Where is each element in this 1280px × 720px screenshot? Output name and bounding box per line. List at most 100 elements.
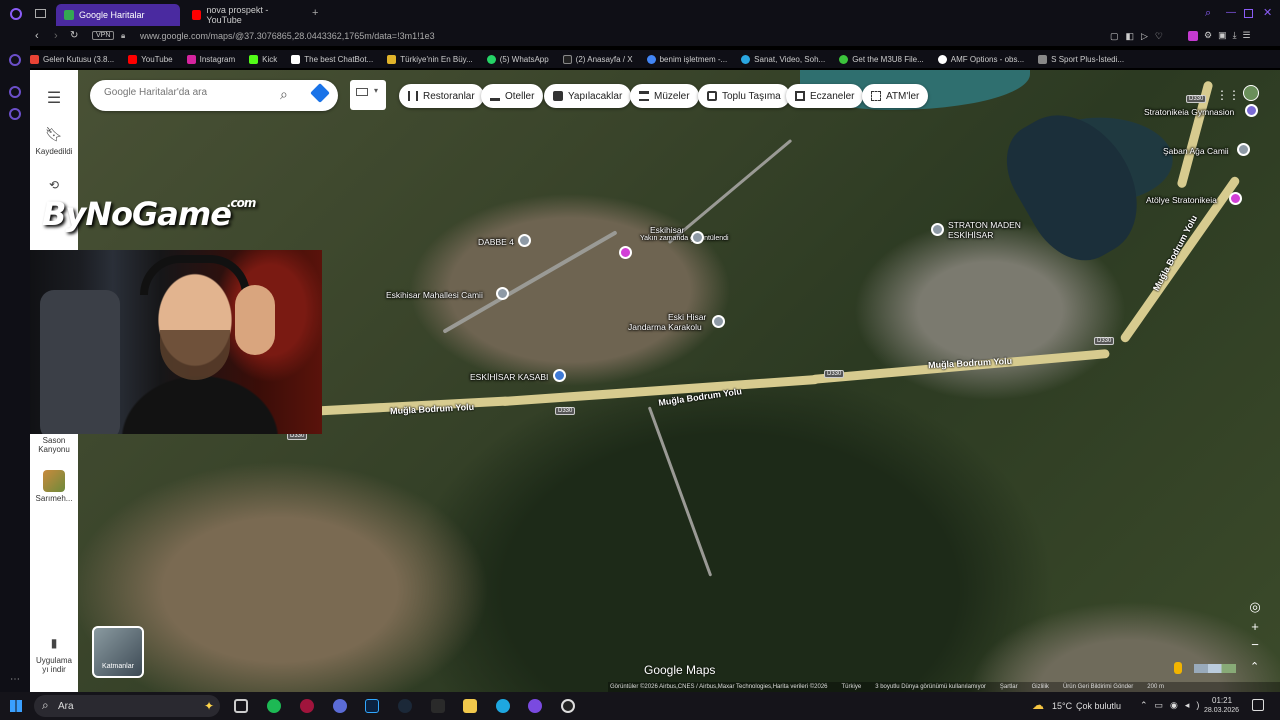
bookmark-business[interactable]: benim işletmem -... bbox=[646, 54, 727, 64]
shop-pin-icon[interactable] bbox=[553, 369, 566, 382]
weather-temp[interactable]: 15°C bbox=[1052, 701, 1072, 711]
browser-logo-icon[interactable] bbox=[10, 8, 22, 20]
avatar[interactable] bbox=[1243, 85, 1259, 101]
history-icon[interactable]: ⟲ bbox=[30, 178, 78, 192]
bookmark-instagram[interactable]: Instagram bbox=[186, 54, 235, 64]
bookmark-sanat[interactable]: Sanat, Video, Soh... bbox=[741, 54, 825, 64]
recent-item-label[interactable]: Sarımeh... bbox=[30, 494, 78, 503]
place-label[interactable]: Atölye Stratonikeia bbox=[1146, 195, 1217, 205]
place-label[interactable]: Şaban Ağa Camii bbox=[1163, 146, 1229, 156]
notification-icon[interactable] bbox=[1252, 699, 1264, 711]
chrome-icon[interactable] bbox=[333, 699, 347, 713]
clock-date[interactable]: 28.03.2026 bbox=[1204, 707, 1239, 714]
chip-transit[interactable]: Toplu Taşıma bbox=[698, 84, 790, 108]
weather-desc[interactable]: Çok bulutlu bbox=[1076, 701, 1121, 711]
museum-pin-icon[interactable] bbox=[1245, 104, 1258, 117]
country-link[interactable]: Türkiye bbox=[842, 684, 862, 690]
chip-pharmacies[interactable]: Eczaneler bbox=[786, 84, 864, 108]
scale-label[interactable]: 200 m bbox=[1147, 684, 1164, 690]
place-pin-icon[interactable] bbox=[712, 315, 725, 328]
bookmark-gmail[interactable]: Gelen Kutusu (3.8... bbox=[30, 54, 114, 64]
bookmark-chatbot[interactable]: The best ChatBot... bbox=[291, 54, 373, 64]
photoshop-icon[interactable] bbox=[365, 699, 379, 713]
new-tab-button[interactable]: + bbox=[312, 7, 318, 19]
tray-icons[interactable]: ⌃▭◉◂) bbox=[1140, 700, 1206, 711]
forward-icon[interactable]: › bbox=[54, 30, 58, 42]
opera-gx-icon[interactable] bbox=[300, 699, 314, 713]
extension-icon[interactable] bbox=[1188, 31, 1198, 41]
directions-icon[interactable] bbox=[310, 83, 330, 103]
spotify-icon[interactable] bbox=[267, 699, 281, 713]
bookmark-m3u8[interactable]: Get the M3U8 File... bbox=[839, 54, 924, 64]
zoom-in-button[interactable]: + bbox=[1245, 618, 1265, 636]
privacy-link[interactable]: Gizlilik bbox=[1032, 684, 1049, 690]
bookmark-amf[interactable]: AMF Options - obs... bbox=[937, 54, 1024, 64]
bookmark-turkiye[interactable]: Türkiye'nin En Büy... bbox=[387, 54, 473, 64]
apps-grid-icon[interactable]: ⋮⋮ bbox=[1216, 88, 1240, 102]
place-label[interactable]: Eskihisar Mahallesi Camii bbox=[386, 290, 483, 300]
start-icon[interactable] bbox=[10, 700, 22, 712]
expand-icon[interactable]: ⌃ bbox=[1250, 660, 1259, 673]
chip-museums[interactable]: Müzeler bbox=[630, 84, 699, 108]
place-pin-icon[interactable] bbox=[1229, 192, 1242, 205]
place-label[interactable]: STRATON MADEN bbox=[948, 220, 1021, 230]
search-input[interactable] bbox=[104, 87, 274, 98]
maps-search-box[interactable]: ⌕ bbox=[90, 80, 338, 111]
taskbar-search[interactable]: ⌕ Ara ✦ bbox=[34, 695, 220, 717]
keyboard-toggle-button[interactable]: ▾ bbox=[350, 80, 386, 110]
tab-manager-icon[interactable] bbox=[35, 9, 46, 18]
my-location-icon[interactable]: ◎ bbox=[1245, 598, 1265, 616]
url-field[interactable]: www.google.com/maps/@37.3076865,28.04433… bbox=[140, 31, 435, 41]
maximize-button[interactable] bbox=[1244, 9, 1253, 18]
recent-item-thumb[interactable] bbox=[30, 470, 78, 492]
more-icon[interactable]: ⋯ bbox=[10, 674, 20, 685]
place-label[interactable]: Stratonikeia Gymnasion bbox=[1144, 107, 1234, 117]
back-icon[interactable]: ‹ bbox=[35, 30, 39, 42]
bookmark-ssport[interactable]: S Sport Plus-İstedi... bbox=[1038, 54, 1124, 64]
chip-atms[interactable]: ATM'ler bbox=[862, 84, 929, 108]
close-button[interactable]: ✕ bbox=[1263, 6, 1272, 19]
place-label[interactable]: ESKİHİSAR KASABI bbox=[470, 372, 548, 382]
phone-icon[interactable]: ▮ bbox=[30, 636, 78, 650]
reload-icon[interactable]: ↻ bbox=[70, 30, 78, 41]
weather-icon[interactable]: ☁ bbox=[1032, 698, 1044, 712]
extension-icons[interactable]: ▢◧▷♡ bbox=[1110, 31, 1170, 42]
tab-youtube[interactable]: nova prospekt - YouTube bbox=[184, 4, 308, 26]
place-label[interactable]: Jandarma Karakolu bbox=[628, 322, 702, 332]
feedback-link[interactable]: Ürün Geri Bildirimi Gönder bbox=[1063, 684, 1133, 690]
edge-icon[interactable] bbox=[496, 699, 510, 713]
zoom-out-button[interactable]: − bbox=[1245, 636, 1265, 654]
chip-hotels[interactable]: Oteller bbox=[481, 84, 544, 108]
task-view-icon[interactable] bbox=[234, 699, 248, 713]
place-label[interactable]: Eskihisar bbox=[650, 225, 684, 235]
hotel-pin-icon[interactable] bbox=[619, 246, 632, 259]
sidebar-icon[interactable] bbox=[9, 54, 21, 66]
sidebar-icon[interactable] bbox=[9, 86, 21, 98]
terms-link[interactable]: Şartlar bbox=[1000, 684, 1018, 690]
bookmark-kick[interactable]: Kick bbox=[249, 54, 277, 64]
epic-games-icon[interactable] bbox=[431, 699, 445, 713]
bookmark-youtube[interactable]: YouTube bbox=[128, 54, 173, 64]
minimize-button[interactable]: — bbox=[1226, 7, 1236, 18]
place-label[interactable]: ESKİHİSAR bbox=[948, 230, 993, 240]
place-pin-icon[interactable] bbox=[691, 231, 704, 244]
chip-restaurants[interactable]: Restoranlar bbox=[399, 84, 484, 108]
toolbar-icons[interactable]: ⚙▣⤓☰ bbox=[1204, 30, 1257, 41]
place-pin-icon[interactable] bbox=[931, 223, 944, 236]
clock-time[interactable]: 01:21 bbox=[1212, 696, 1232, 705]
saved-label[interactable]: Kaydedildi bbox=[30, 147, 78, 156]
sidebar-icon[interactable] bbox=[9, 108, 21, 120]
recent-item-label[interactable]: Sason Kanyonu bbox=[30, 436, 78, 454]
vpn-badge[interactable]: VPN bbox=[92, 31, 115, 40]
chip-things-to-do[interactable]: Yapılacaklar bbox=[544, 84, 632, 108]
pegman-icon[interactable] bbox=[1174, 662, 1182, 674]
place-label[interactable]: Eski Hisar bbox=[668, 312, 706, 322]
search-icon[interactable]: ⌕ bbox=[1205, 7, 1211, 20]
download-app-label[interactable]: Uygulama yı indir bbox=[30, 656, 78, 674]
bookmark-icon[interactable]: 🔖︎ bbox=[30, 126, 78, 143]
menu-icon[interactable]: ☰ bbox=[30, 88, 78, 108]
layers-button[interactable]: Katmanlar bbox=[92, 626, 144, 678]
place-pin-icon[interactable] bbox=[518, 234, 531, 247]
bookmark-x[interactable]: (2) Anasayfa / X bbox=[562, 54, 633, 64]
search-icon[interactable]: ⌕ bbox=[280, 86, 288, 103]
